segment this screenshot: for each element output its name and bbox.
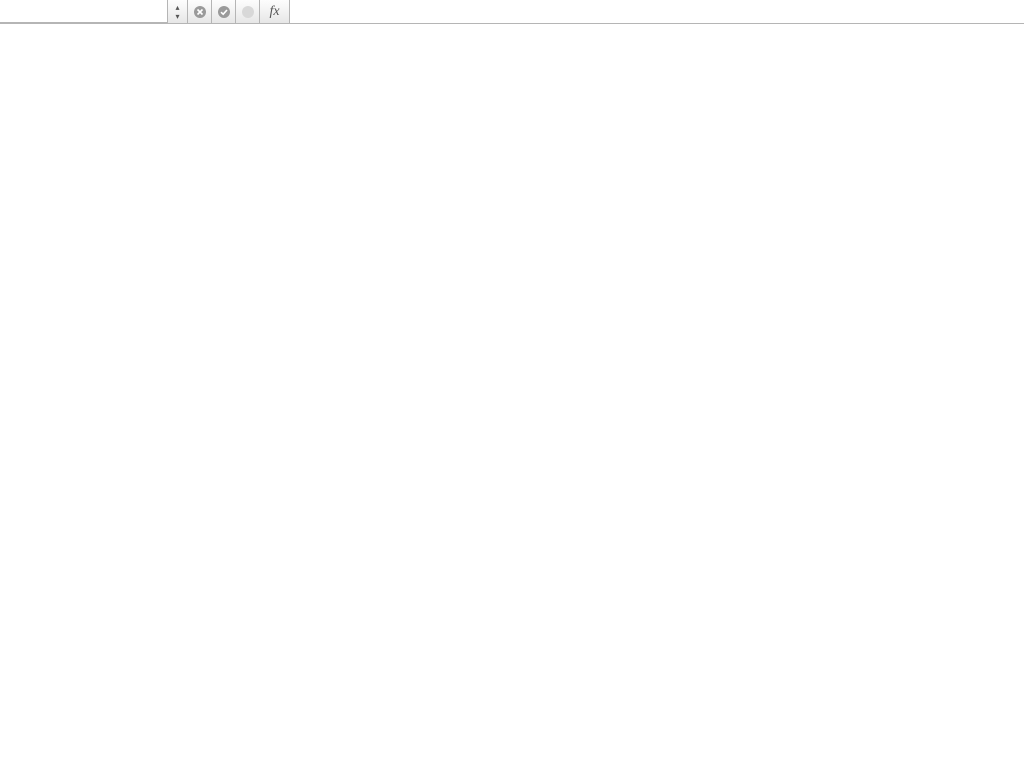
stepper-down-icon: ▾ <box>175 12 179 21</box>
confirm-button[interactable] <box>212 0 236 23</box>
formula-bar: ▴ ▾ fx <box>0 0 1024 24</box>
cancel-button[interactable] <box>188 0 212 23</box>
fx-icon: fx <box>269 4 279 20</box>
check-icon <box>217 5 231 19</box>
cancel-icon <box>193 5 207 19</box>
name-box-stepper[interactable]: ▴ ▾ <box>168 0 188 23</box>
name-box[interactable] <box>0 0 168 23</box>
stepper-up-icon: ▴ <box>175 3 179 12</box>
formula-builder-icon <box>241 5 255 19</box>
formula-builder-button[interactable] <box>236 0 260 23</box>
fx-button[interactable]: fx <box>260 0 290 23</box>
formula-input[interactable] <box>290 0 1024 23</box>
